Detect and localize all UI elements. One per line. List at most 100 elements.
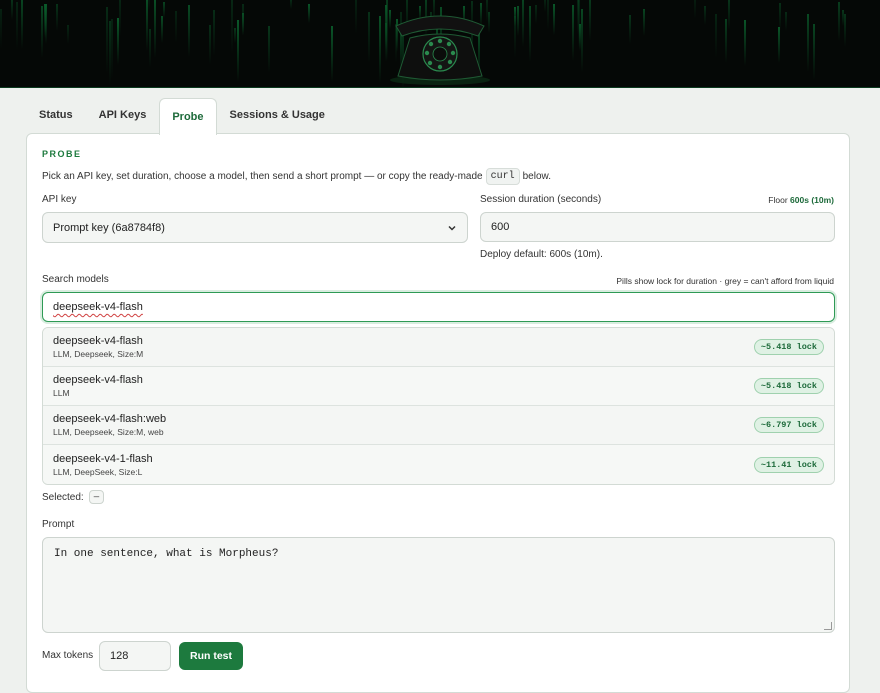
- rain-streak: [778, 27, 780, 63]
- rain-streak: [842, 10, 844, 26]
- selected-label: Selected:: [42, 491, 84, 503]
- list-item[interactable]: deepseek-v4-1-flash LLM, DeepSeek, Size:…: [43, 445, 834, 484]
- tab-status[interactable]: Status: [26, 98, 86, 130]
- rain-streak: [572, 5, 574, 61]
- api-key-value: Prompt key (6a8784f8): [53, 221, 165, 234]
- rain-streak: [544, 0, 546, 12]
- rain-streak: [161, 16, 163, 43]
- rain-streak: [56, 4, 58, 31]
- tab-api-keys[interactable]: API Keys: [86, 98, 160, 130]
- model-name: deepseek-v4-flash: [53, 374, 143, 386]
- rain-streak: [237, 20, 239, 82]
- rain-streak: [577, 0, 579, 35]
- rain-streak: [704, 6, 706, 25]
- duration-label: Session duration (seconds): [480, 194, 602, 205]
- deploy-default-text: Deploy default: 600s (10m).: [480, 249, 603, 260]
- lock-pill: ~5.418 lock: [753, 339, 824, 355]
- rain-streak: [522, 0, 524, 47]
- tab-bar: Status API Keys Probe Sessions & Usage: [26, 98, 338, 135]
- lock-pill: ~6.797 lock: [753, 417, 824, 433]
- rain-streak: [379, 16, 381, 83]
- rain-streak: [529, 6, 531, 62]
- rain-streak: [290, 0, 292, 9]
- max-tokens-label: Max tokens: [42, 650, 94, 661]
- lock-pill: ~11.41 lock: [753, 456, 824, 473]
- model-meta: LLM: [53, 388, 70, 398]
- rain-streak: [715, 14, 717, 58]
- run-test-button[interactable]: Run test: [179, 642, 243, 670]
- rain-streak: [21, 0, 23, 49]
- rain-streak: [119, 0, 121, 37]
- rain-streak: [109, 21, 111, 85]
- rain-streak: [188, 5, 190, 57]
- rain-streak: [106, 7, 108, 74]
- rain-streak: [148, 0, 150, 10]
- rain-streak: [629, 15, 631, 44]
- curl-code: curl: [485, 168, 520, 185]
- rain-streak: [785, 12, 787, 31]
- list-item[interactable]: deepseek-v4-flash:web LLM, Deepseek, Siz…: [43, 406, 834, 445]
- rain-streak: [579, 24, 581, 51]
- duration-input[interactable]: 600: [480, 212, 835, 242]
- rain-streak: [744, 20, 746, 66]
- resize-handle-icon[interactable]: [824, 622, 832, 630]
- rain-streak: [242, 4, 244, 36]
- list-item[interactable]: deepseek-v4-flash LLM, Deepseek, Size:M …: [43, 328, 834, 367]
- header-banner: [0, 0, 880, 88]
- model-results-list: deepseek-v4-flash LLM, Deepseek, Size:M …: [42, 327, 835, 485]
- rain-streak: [11, 0, 13, 20]
- rain-streak: [41, 6, 43, 58]
- rain-streak: [517, 6, 519, 36]
- rotary-phone-icon: [390, 15, 490, 85]
- chevron-down-icon: [448, 225, 456, 231]
- model-meta: LLM, Deepseek, Size:M, web: [53, 427, 164, 437]
- section-title: PROBE: [42, 149, 82, 159]
- tab-probe[interactable]: Probe: [159, 98, 217, 135]
- rain-streak: [694, 0, 696, 19]
- rain-streak: [213, 10, 215, 56]
- duration-value: 600: [491, 221, 510, 233]
- rain-streak: [16, 2, 18, 50]
- floor-value: 600s (10m): [790, 195, 834, 205]
- rain-streak: [111, 19, 113, 80]
- lock-pill: ~5.418 lock: [753, 378, 824, 394]
- floor-prefix: Floor: [768, 195, 788, 205]
- rain-streak: [308, 4, 310, 23]
- rain-streak: [0, 9, 2, 49]
- pills-hint: Pills show lock for duration · grey = ca…: [616, 276, 834, 286]
- rain-streak: [535, 5, 537, 24]
- model-name: deepseek-v4-1-flash: [53, 452, 153, 465]
- rain-streak: [844, 14, 846, 47]
- probe-panel: PROBE Pick an API key, set duration, cho…: [26, 133, 850, 693]
- rain-streak: [725, 19, 727, 63]
- model-name: deepseek-v4-flash: [53, 335, 143, 347]
- rain-streak: [175, 11, 177, 43]
- rain-streak: [553, 4, 555, 35]
- selected-model: Selected: —: [42, 490, 105, 504]
- prompt-label: Prompt: [42, 519, 75, 530]
- rain-streak: [838, 2, 840, 41]
- intro-text-after: below.: [522, 171, 551, 182]
- list-item[interactable]: deepseek-v4-flash LLM ~5.418 lock: [43, 367, 834, 406]
- max-tokens-value: 128: [110, 650, 129, 662]
- model-name: deepseek-v4-flash:web: [53, 413, 167, 425]
- max-tokens-input[interactable]: 128: [99, 641, 171, 671]
- model-meta: LLM, DeepSeek, Size:L: [53, 466, 143, 477]
- prompt-textarea[interactable]: In one sentence, what is Morpheus?: [42, 537, 835, 633]
- search-value: deepseek-v4-flash: [53, 301, 143, 313]
- search-input[interactable]: deepseek-v4-flash: [42, 292, 835, 322]
- rain-streak: [45, 4, 47, 44]
- rain-streak: [807, 14, 809, 72]
- search-models-label: Search models: [42, 274, 109, 285]
- floor-hint: Floor 600s (10m): [768, 195, 834, 205]
- rain-streak: [355, 0, 357, 34]
- tab-sessions-usage[interactable]: Sessions & Usage: [217, 98, 338, 130]
- api-key-select[interactable]: Prompt key (6a8784f8): [42, 212, 468, 243]
- rain-streak: [231, 0, 233, 54]
- rain-streak: [67, 25, 69, 44]
- prompt-value: In one sentence, what is Morpheus?: [54, 548, 279, 560]
- api-key-label: API key: [42, 194, 77, 205]
- selected-value: —: [88, 490, 105, 504]
- rain-streak: [154, 0, 156, 58]
- rain-streak: [268, 26, 270, 73]
